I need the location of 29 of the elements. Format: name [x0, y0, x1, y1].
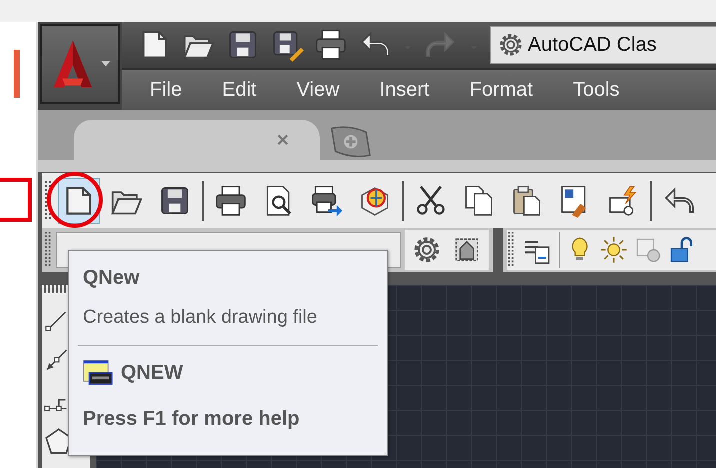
- grip-handle[interactable]: [44, 180, 52, 220]
- grip-handle[interactable]: [507, 232, 515, 268]
- annotation-bar: [14, 50, 20, 98]
- cut-icon[interactable]: [414, 184, 448, 218]
- command-icon: [83, 358, 113, 388]
- menu-item[interactable]: Format: [470, 78, 534, 102]
- menu-item[interactable]: Edit: [222, 78, 257, 102]
- command-name: QNEW: [121, 362, 184, 384]
- menu-item[interactable]: View: [296, 78, 340, 102]
- sun-icon[interactable]: [600, 236, 628, 264]
- tooltip-title: QNew: [83, 267, 140, 290]
- application-menu-button[interactable]: [40, 24, 120, 104]
- highlight-circle: [47, 172, 103, 228]
- annotation-frame: [0, 178, 32, 222]
- construction-line-icon[interactable]: [44, 347, 70, 373]
- menu-item[interactable]: Tools: [573, 78, 620, 102]
- help-hint: Press F1 for more help: [83, 408, 300, 431]
- plot-icon[interactable]: [214, 184, 248, 218]
- printer-icon[interactable]: [314, 28, 348, 62]
- workspace-name: AutoCAD Clas: [528, 34, 657, 56]
- grip-handle[interactable]: [44, 232, 52, 268]
- gear-icon: [497, 31, 525, 59]
- close-icon[interactable]: [276, 133, 290, 147]
- new-tab-button[interactable]: [328, 124, 374, 160]
- workspace-dropdown[interactable]: AutoCAD Clas: [490, 26, 716, 64]
- tooltip-description: Creates a blank drawing file: [83, 307, 318, 329]
- publish-icon[interactable]: [310, 184, 344, 218]
- menu-item[interactable]: Insert: [380, 78, 430, 102]
- menu-item[interactable]: File: [150, 78, 182, 102]
